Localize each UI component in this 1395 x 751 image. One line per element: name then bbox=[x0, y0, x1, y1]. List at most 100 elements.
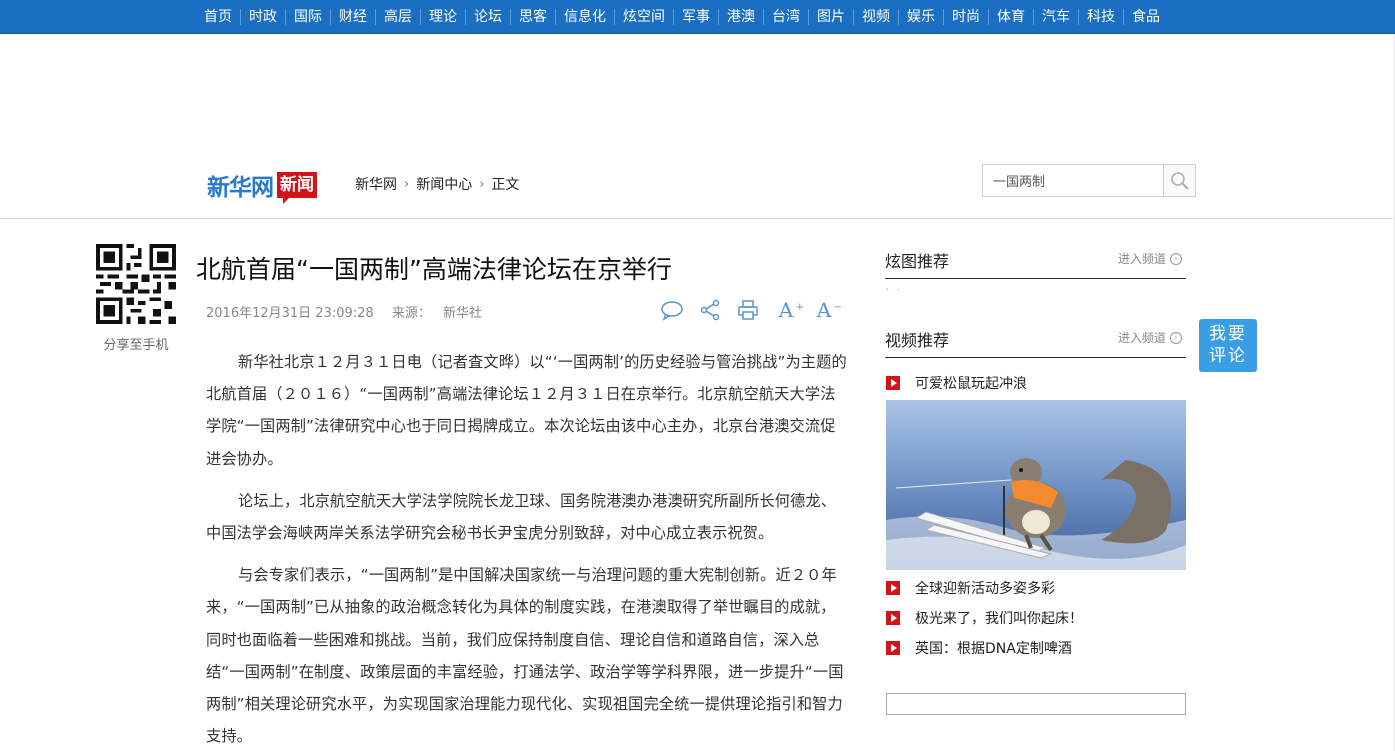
share-tool[interactable] bbox=[698, 298, 722, 322]
nav-link[interactable]: 国际 bbox=[286, 2, 330, 32]
chevron-right-icon: › bbox=[404, 176, 410, 192]
nav-link[interactable]: 汽车 bbox=[1034, 2, 1078, 32]
nav-item: 高层 bbox=[376, 0, 420, 34]
search-box bbox=[982, 164, 1196, 197]
play-icon bbox=[886, 376, 900, 390]
qr-code bbox=[96, 244, 176, 324]
article-paragraph: 与会专家们表示，“一国两制”是中国解决国家统一与治理问题的重大宪制创新。近２０年… bbox=[206, 566, 844, 746]
font-decrease-label: A bbox=[816, 298, 832, 322]
nav-link[interactable]: 军事 bbox=[674, 2, 718, 32]
nav-item: 港澳 bbox=[719, 0, 763, 34]
nav-link[interactable]: 港澳 bbox=[719, 2, 763, 32]
nav-link[interactable]: 科技 bbox=[1079, 2, 1123, 32]
nav-item: 台湾 bbox=[764, 0, 808, 34]
nav-item: 炫空间 bbox=[615, 0, 673, 34]
video-section: 视频推荐 进入频道 › 可爱松鼠玩起冲浪 全球迎新活动多姿多彩 极光来了，我们叫… bbox=[885, 323, 1186, 663]
sidebar-ad-box bbox=[886, 693, 1186, 715]
print-icon bbox=[738, 300, 758, 320]
nav-item: 首页 bbox=[196, 0, 240, 34]
top-nav: 首页 时政 国际 财经 高层 理论 论坛 思客 信息化 炫空间 军事 港澳 台湾 图片 视频 娱乐 时尚 体育 汽车… bbox=[0, 0, 1395, 34]
font-increase-button[interactable]: A + bbox=[774, 298, 804, 322]
nav-link[interactable]: 娱乐 bbox=[899, 2, 943, 32]
nav-link[interactable]: 时政 bbox=[241, 2, 285, 32]
play-icon bbox=[886, 641, 900, 655]
comment-icon bbox=[661, 301, 683, 321]
logo-brand: 新华网 bbox=[207, 174, 274, 201]
nav-link[interactable]: 财经 bbox=[331, 2, 375, 32]
gallery-header: 炫图推荐 进入频道 › bbox=[885, 244, 1186, 279]
print-tool[interactable] bbox=[736, 298, 760, 322]
qr-label: 分享至手机 bbox=[103, 338, 169, 353]
font-decrease-button[interactable]: A − bbox=[812, 298, 842, 322]
gallery-title[interactable]: 炫图推荐 bbox=[885, 248, 949, 272]
nav-link[interactable]: 论坛 bbox=[466, 2, 510, 32]
search-button[interactable] bbox=[1163, 165, 1195, 196]
video-item[interactable]: 极光来了，我们叫你起床！ bbox=[886, 603, 1186, 633]
video-more-link[interactable]: 进入频道 › bbox=[1118, 329, 1182, 346]
article-title: 北航首届“一国两制”高端法律论坛在京举行 bbox=[196, 255, 672, 284]
video-item-label: 极光来了，我们叫你起床！ bbox=[915, 611, 1083, 627]
write-comment-button[interactable]: 我要 评论 bbox=[1199, 319, 1257, 372]
nav-link[interactable]: 食品 bbox=[1124, 2, 1168, 32]
gallery-section: 炫图推荐 进入频道 › bbox=[885, 244, 1186, 279]
video-header: 视频推荐 进入频道 › bbox=[885, 323, 1186, 358]
video-thumbnail[interactable] bbox=[886, 400, 1186, 570]
article-datetime: 2016年12月31日 23:09:28 bbox=[206, 306, 374, 321]
breadcrumb-home[interactable]: 新华网 bbox=[355, 174, 397, 194]
nav-link[interactable]: 理论 bbox=[421, 2, 465, 32]
video-list: 可爱松鼠玩起冲浪 全球迎新活动多姿多彩 极光来了，我们叫你起床！ 英国：根据DN… bbox=[886, 368, 1186, 663]
nav-item: 财经 bbox=[331, 0, 375, 34]
chevron-right-icon: › bbox=[479, 176, 485, 192]
article-toolbar: A + A − bbox=[660, 298, 842, 322]
comment-tool[interactable] bbox=[660, 298, 684, 322]
nav-link[interactable]: 信息化 bbox=[556, 2, 614, 32]
nav-link[interactable]: 台湾 bbox=[764, 2, 808, 32]
nav-link[interactable]: 思客 bbox=[511, 2, 555, 32]
breadcrumb-current: 正文 bbox=[491, 177, 520, 193]
gallery-more-label: 进入频道 bbox=[1117, 252, 1166, 266]
video-item[interactable]: 全球迎新活动多姿多彩 bbox=[886, 573, 1186, 603]
video-title[interactable]: 视频推荐 bbox=[885, 327, 949, 351]
nav-item: 食品 bbox=[1124, 0, 1168, 34]
nav-item: 时政 bbox=[241, 0, 285, 34]
share-icon bbox=[700, 299, 720, 321]
nav-item: 信息化 bbox=[556, 0, 614, 34]
search-input[interactable] bbox=[983, 165, 1163, 196]
search-icon bbox=[1170, 171, 1189, 190]
video-item[interactable]: 英国：根据DNA定制啤酒 bbox=[886, 633, 1186, 663]
breadcrumb-news-center[interactable]: 新闻中心 bbox=[416, 174, 472, 194]
nav-link[interactable]: 高层 bbox=[376, 2, 420, 32]
nav-item: 论坛 bbox=[466, 0, 510, 34]
nav-item: 图片 bbox=[809, 0, 853, 34]
nav-item: 思客 bbox=[511, 0, 555, 34]
nav-link[interactable]: 时尚 bbox=[944, 2, 988, 32]
video-item[interactable]: 可爱松鼠玩起冲浪 bbox=[886, 368, 1186, 398]
breadcrumb: 新华网 › 新闻中心 › 正文 bbox=[355, 174, 519, 194]
gallery-placeholder: · · bbox=[886, 285, 902, 296]
article-paragraph: 新华社北京１２月３１日电（记者査文晔）以“‘一国两制’的历史经验与管治挑战”为主… bbox=[206, 353, 847, 468]
article-body: 新华社北京１２月３１日电（记者査文晔）以“‘一国两制’的历史经验与管治挑战”为主… bbox=[206, 346, 848, 751]
nav-link[interactable]: 视频 bbox=[854, 2, 898, 32]
article-source-label: 来源： bbox=[391, 306, 431, 321]
nav-item: 汽车 bbox=[1034, 0, 1078, 34]
play-icon bbox=[886, 581, 900, 595]
nav-list: 首页 时政 国际 财经 高层 理论 论坛 思客 信息化 炫空间 军事 港澳 台湾 图片 视频 娱乐 时尚 体育 汽车… bbox=[196, 0, 1168, 34]
nav-link[interactable]: 炫空间 bbox=[615, 2, 673, 32]
nav-item: 时尚 bbox=[944, 0, 988, 34]
comment-button-line1: 我要 bbox=[1209, 324, 1247, 344]
header: 新华网 新闻 新华网 › 新闻中心 › 正文 bbox=[0, 150, 1395, 219]
article-meta: 2016年12月31日 23:09:28 来源： 新华社 bbox=[206, 302, 496, 321]
comment-button-line2: 评论 bbox=[1209, 346, 1247, 366]
nav-link[interactable]: 体育 bbox=[989, 2, 1033, 32]
site-logo[interactable]: 新华网 新闻 bbox=[207, 168, 317, 204]
nav-link[interactable]: 图片 bbox=[809, 2, 853, 32]
nav-item: 军事 bbox=[674, 0, 718, 34]
article-paragraph: 论坛上，北京航空航天大学法学院院长龙卫球、国务院港澳办港澳研究所副所长何德龙、中… bbox=[206, 491, 837, 543]
video-item-label: 全球迎新活动多姿多彩 bbox=[915, 581, 1055, 597]
squirrel-waterskiing-image bbox=[886, 400, 1186, 570]
nav-link[interactable]: 首页 bbox=[196, 2, 240, 32]
font-increase-label: A bbox=[778, 298, 794, 322]
video-item-label: 英国：根据DNA定制啤酒 bbox=[915, 641, 1072, 657]
arrow-right-circle-icon: › bbox=[1170, 331, 1182, 344]
gallery-more-link[interactable]: 进入频道 › bbox=[1118, 250, 1182, 267]
